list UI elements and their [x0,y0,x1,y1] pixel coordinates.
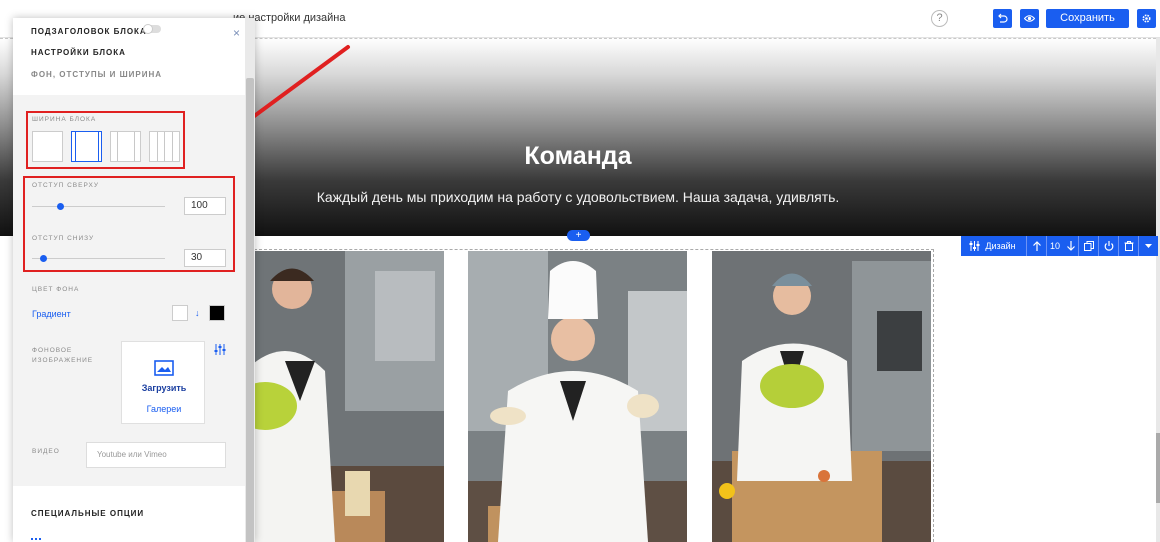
width-option-columns[interactable] [149,131,180,162]
design-button[interactable]: Дизайн [961,236,1027,256]
team-photo-1[interactable] [225,251,444,542]
width-option-wide[interactable] [71,131,102,162]
design-label: Дизайн [985,241,1016,251]
bg-image-label-line2: ИЗОБРАЖЕНИЕ [32,357,94,364]
toggle-knob [143,24,153,34]
chef-photo-image [468,251,687,542]
block-count: 10 [1049,241,1060,251]
special-options-heading[interactable]: СПЕЦИАЛЬНЫЕ ОПЦИИ [31,509,144,518]
gradient-from-swatch[interactable] [172,305,188,321]
help-icon[interactable]: ? [931,10,948,27]
padding-top-label: ОТСТУП СВЕРХУ [32,182,99,189]
preview-button[interactable] [1020,9,1039,28]
width-guide [75,132,76,161]
block-design-toolbar: Дизайн 10 [961,236,1158,256]
width-guide [157,132,158,161]
chef-photo-image [712,251,931,542]
video-label: ВИДЕО [32,448,60,455]
chef-photo-image [225,251,444,542]
close-icon[interactable]: × [233,26,240,40]
arrow-down-icon [1067,241,1075,251]
page-scrollbar[interactable] [1156,38,1160,542]
padding-top-input[interactable]: 100 [184,197,226,215]
image-icon [154,360,174,376]
width-guide [98,132,99,161]
add-block-button[interactable]: + [567,230,590,241]
width-option-full[interactable] [32,131,63,162]
tab-background[interactable]: ФОН, ОТСТУПЫ И ШИРИНА [31,70,162,79]
block-settings-panel: ПОДЗАГОЛОВОК БЛОКА × НАСТРОЙКИ БЛОКА ФОН… [13,18,255,542]
caret-down-icon [1145,244,1152,248]
width-guide [117,132,118,161]
gradient-to-swatch[interactable] [209,305,225,321]
panel-scrollbar[interactable] [245,18,255,542]
gear-icon [1142,14,1151,23]
bg-image-upload[interactable]: Загрузить Галереи [121,341,205,424]
delete-button[interactable] [1119,236,1139,256]
undo-icon [998,13,1008,23]
arrow-up-icon [1033,241,1041,251]
width-guide [164,132,165,161]
video-url-input[interactable]: Youtube или Vimeo [86,442,226,468]
width-guide [172,132,173,161]
team-photo-3[interactable] [712,251,931,542]
width-option-medium[interactable] [110,131,141,162]
padding-bottom-label: ОТСТУП СНИЗУ [32,235,95,242]
padding-bottom-handle[interactable] [39,255,47,262]
width-guide [134,132,135,161]
bg-image-label-line1: ФОНОВОЕ [32,347,73,354]
trash-icon [1124,241,1134,251]
padding-bottom-slider[interactable] [32,255,165,262]
gradient-direction-icon[interactable]: ↓ [195,308,200,318]
panel-footer: СПЕЦИАЛЬНЫЕ ОПЦИИ [13,486,245,542]
gradient-link[interactable]: Градиент [32,309,71,319]
panel-scrollbar-thumb[interactable] [246,78,254,542]
duplicate-button[interactable] [1079,236,1099,256]
upload-label[interactable]: Загрузить [122,383,206,393]
undo-button[interactable] [993,9,1012,28]
dots-icon [31,538,41,541]
toggle-visibility-button[interactable] [1099,236,1119,256]
padding-top-slider[interactable] [32,203,165,210]
bg-color-label: ЦВЕТ ФОНА [32,286,80,293]
subtitle-toggle[interactable] [143,24,161,34]
move-down-button[interactable] [1063,236,1079,256]
padding-bottom-input[interactable]: 30 [184,249,226,267]
duplicate-icon [1084,241,1094,251]
image-settings-icon[interactable] [214,344,226,355]
move-up-button[interactable] [1027,236,1047,256]
page-scrollbar-thumb[interactable] [1156,433,1160,503]
tab-subtitle[interactable]: ПОДЗАГОЛОВОК БЛОКА [31,27,147,36]
sliders-icon [969,241,980,251]
gallery-link[interactable]: Галереи [122,404,206,414]
eye-icon [1024,15,1035,22]
settings-button[interactable] [1137,9,1156,28]
more-button[interactable] [1139,236,1158,256]
editor-root: ие настройки дизайна ? Сохранить Команда… [0,0,1160,542]
tab-settings[interactable]: НАСТРОЙКИ БЛОКА [31,48,126,57]
team-photo-2[interactable] [468,251,687,542]
width-label: ШИРИНА БЛОКА [32,116,97,123]
power-icon [1104,241,1114,251]
save-button[interactable]: Сохранить [1046,9,1129,28]
panel-header: ПОДЗАГОЛОВОК БЛОКА × НАСТРОЙКИ БЛОКА ФОН… [13,18,245,95]
